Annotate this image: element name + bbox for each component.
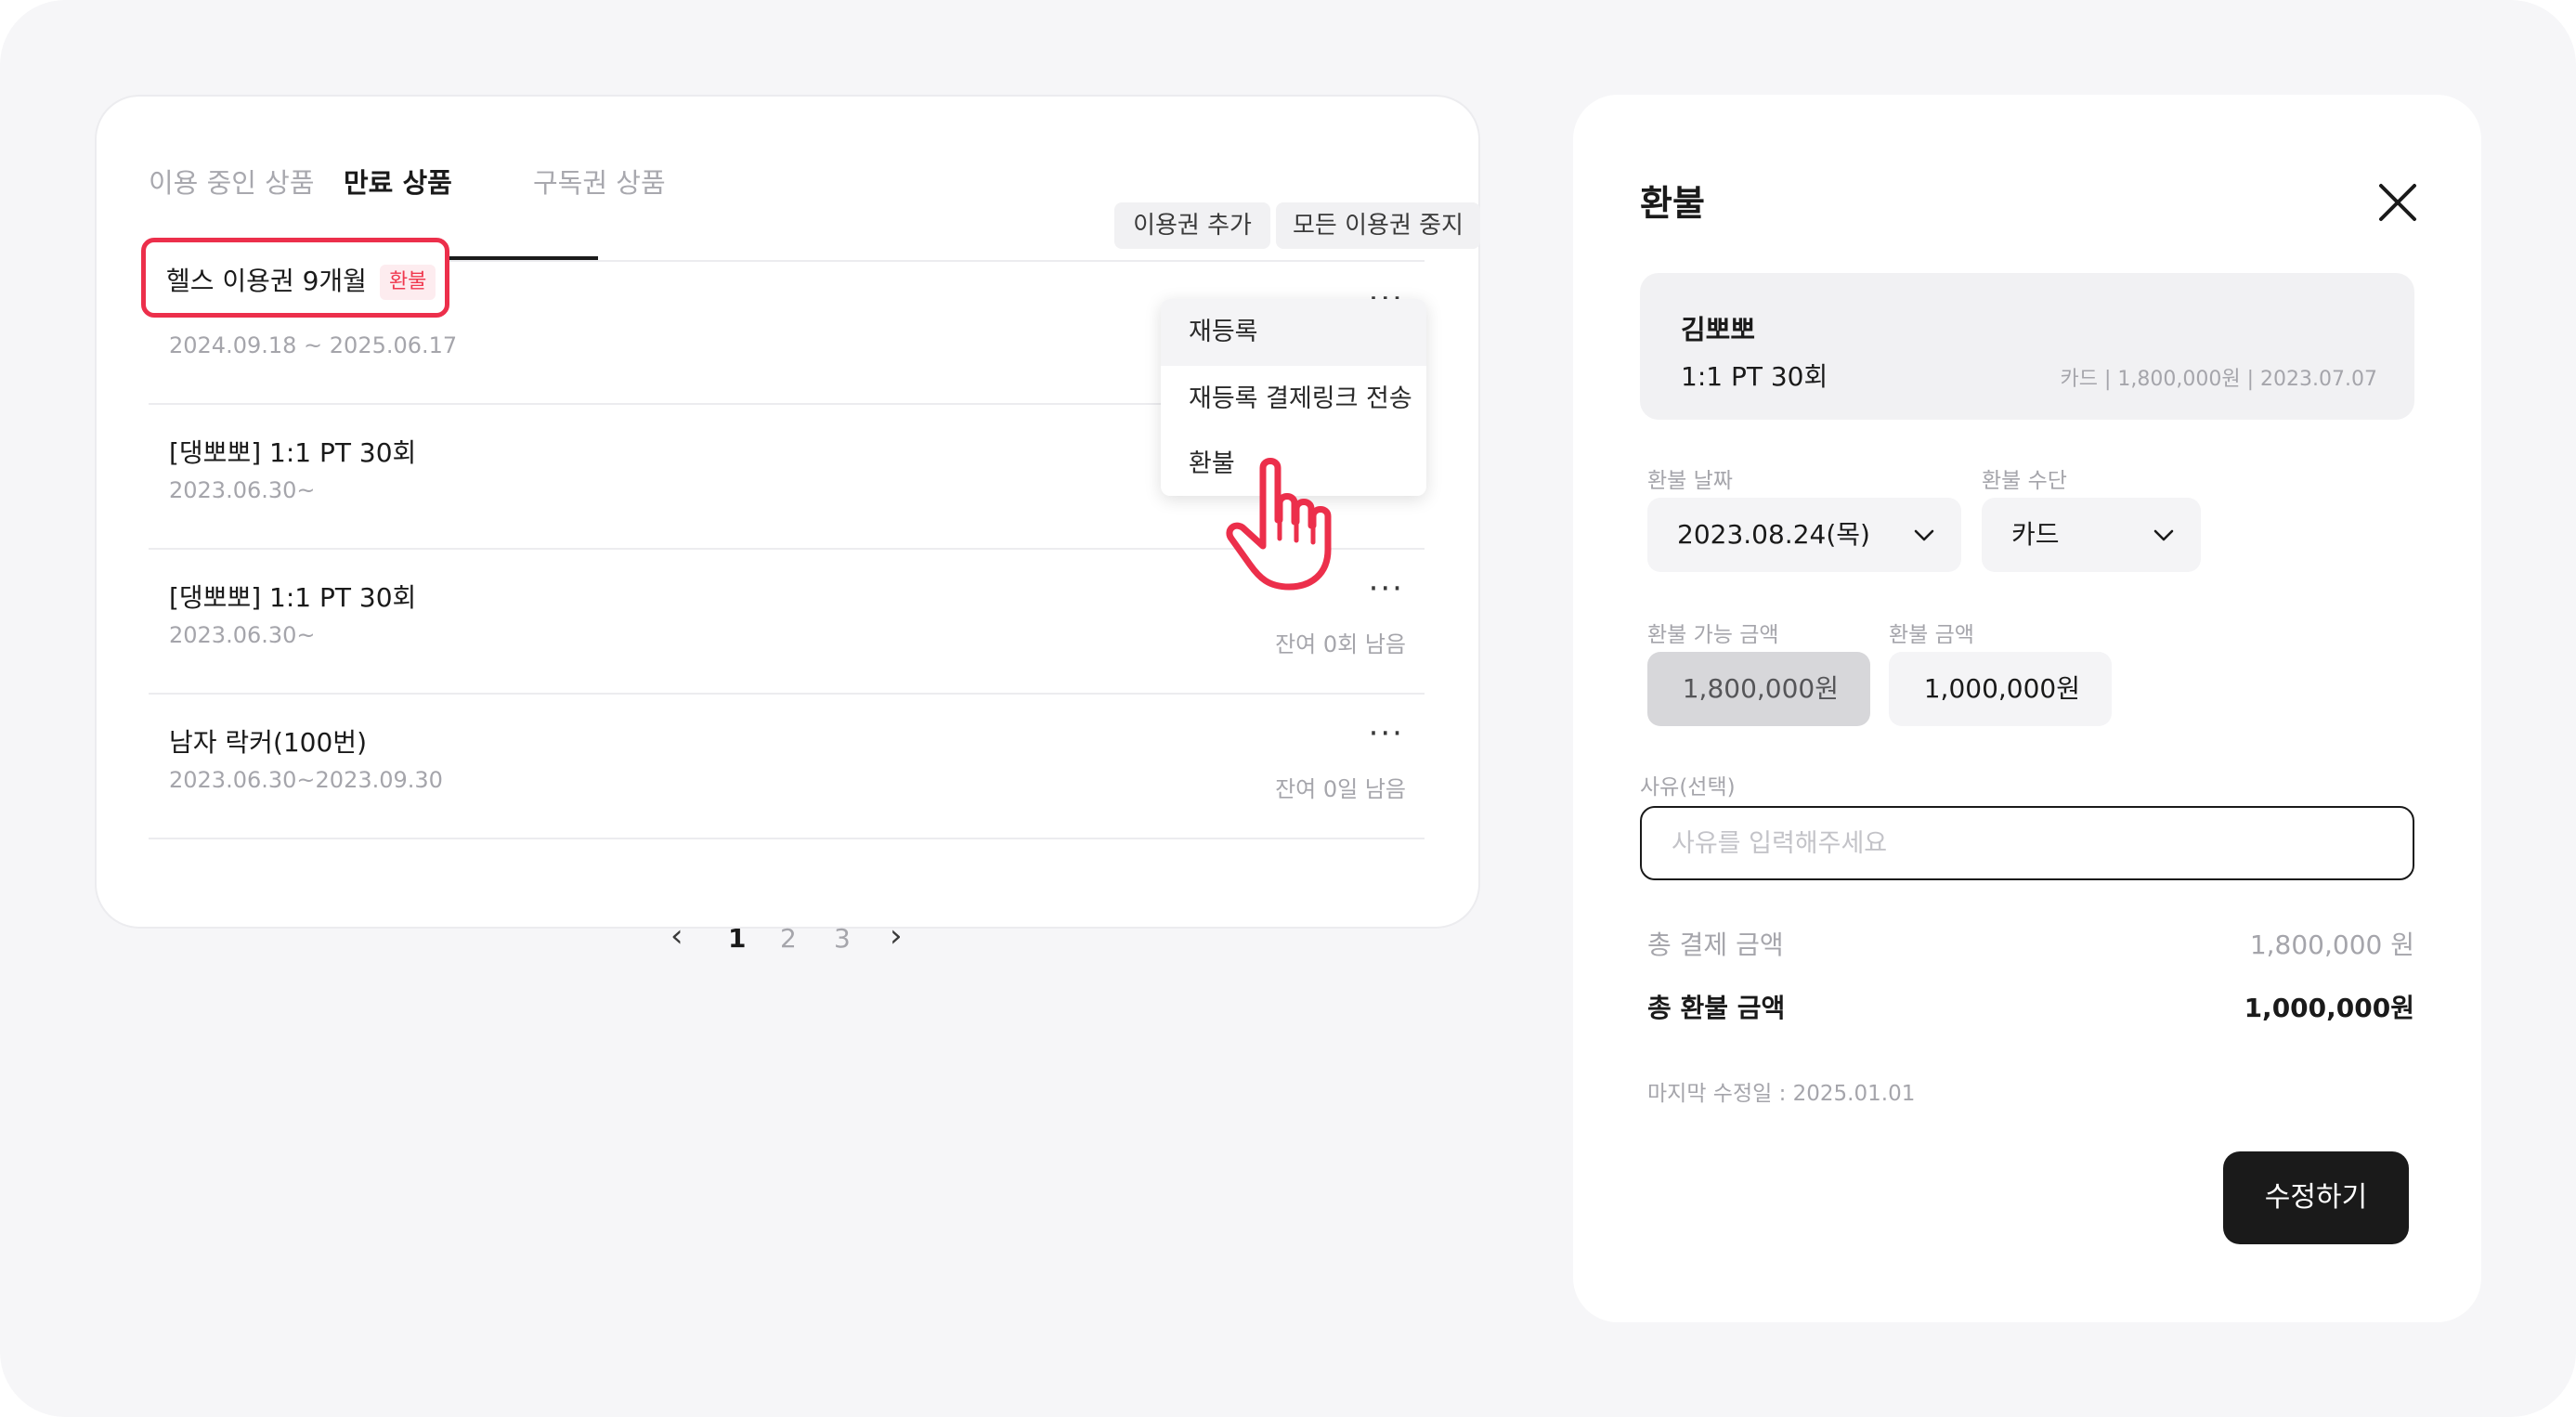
next-page-icon[interactable]: › <box>890 917 903 955</box>
refundable-amount-field: 1,800,000원 <box>1647 652 1870 726</box>
page-2[interactable]: 2 <box>780 923 797 954</box>
product-name: 1:1 PT 30회 <box>1681 361 1828 392</box>
refund-date-select[interactable]: 2023.08.24(목) <box>1647 498 1961 572</box>
close-icon[interactable] <box>2377 182 2418 223</box>
list-item[interactable]: 남자 락커(100번) 2023.06.30~2023.09.30 ··· 잔여… <box>149 695 1425 839</box>
prev-page-icon[interactable]: ‹ <box>670 917 683 955</box>
remaining-days: 잔여 0일 남음 <box>1275 776 1406 802</box>
total-paid-label: 총 결제 금액 <box>1647 930 1784 960</box>
refund-panel: 환불 김뽀뽀 1:1 PT 30회 카드 | 1,800,000원 | 2023… <box>1573 95 2481 1322</box>
refund-date-label: 환불 날짜 <box>1647 469 1733 493</box>
refund-amount-input[interactable]: 1,000,000원 <box>1889 652 2112 726</box>
refund-method-select[interactable]: 카드 <box>1982 498 2201 572</box>
menu-item-send-payment-link[interactable]: 재등록 결제링크 전송 <box>1161 366 1426 433</box>
refund-method-label: 환불 수단 <box>1982 469 2067 493</box>
total-paid-value: 1,800,000 원 <box>2249 930 2414 960</box>
highlighted-product-title[interactable]: 헬스 이용권 9개월 환불 <box>141 238 449 318</box>
total-refund-row: 총 환불 금액 1,000,000원 <box>1647 988 2414 1025</box>
product-title: 헬스 이용권 9개월 <box>166 266 367 296</box>
refund-amount-label: 환불 금액 <box>1889 623 1974 647</box>
product-title: [댕뽀뽀] 1:1 PT 30회 <box>169 582 417 613</box>
member-name: 김뽀뽀 <box>1681 314 1756 345</box>
reason-input[interactable] <box>1640 806 2414 880</box>
product-title: 남자 락커(100번) <box>169 727 367 758</box>
product-date: 2023.06.30~2023.09.30 <box>169 767 443 793</box>
reason-label: 사유(선택) <box>1640 775 1736 800</box>
last-modified-date: 마지막 수정일 : 2025.01.01 <box>1647 1082 1916 1106</box>
product-date: 2023.06.30~ <box>169 622 316 648</box>
save-changes-button[interactable]: 수정하기 <box>2223 1151 2409 1244</box>
refundable-amount-label: 환불 가능 금액 <box>1647 623 1779 647</box>
total-refund-value: 1,000,000원 <box>2244 993 2414 1023</box>
more-options-icon[interactable]: ··· <box>1369 570 1404 607</box>
refund-method-value: 카드 <box>2011 519 2060 550</box>
more-options-icon[interactable]: ··· <box>1369 715 1404 752</box>
tab-subscription-products[interactable]: 구독권 상품 <box>533 149 666 262</box>
stop-all-passes-button[interactable]: 모든 이용권 중지 <box>1276 202 1480 249</box>
refund-date-value: 2023.08.24(목) <box>1677 519 1870 550</box>
menu-item-reregister[interactable]: 재등록 <box>1161 299 1426 366</box>
total-refund-label: 총 환불 금액 <box>1647 993 1786 1023</box>
purchase-summary-card: 김뽀뽀 1:1 PT 30회 카드 | 1,800,000원 | 2023.07… <box>1640 273 2414 420</box>
chevron-down-icon <box>1914 529 1934 541</box>
product-title: [댕뽀뽀] 1:1 PT 30회 <box>169 437 417 468</box>
panel-title: 환불 <box>1640 183 1705 224</box>
total-paid-row: 총 결제 금액 1,800,000 원 <box>1647 925 2414 962</box>
product-date: 2024.09.18 ~ 2025.06.17 <box>169 332 458 358</box>
pagination: ‹ 1 2 3 › <box>97 917 1478 979</box>
refund-status-badge: 환불 <box>379 265 436 300</box>
app-background: 이용 중인 상품 만료 상품 구독권 상품 이용권 추가 모든 이용권 중지 2… <box>0 0 2576 1417</box>
payment-meta: 카드 | 1,800,000원 | 2023.07.07 <box>2060 368 2377 391</box>
add-pass-button[interactable]: 이용권 추가 <box>1114 202 1270 249</box>
remaining-count: 잔여 0회 남음 <box>1275 631 1406 657</box>
page-1[interactable]: 1 <box>728 923 746 954</box>
pointer-hand-icon <box>1226 458 1332 591</box>
product-date: 2023.06.30~ <box>169 477 316 503</box>
page-3[interactable]: 3 <box>834 923 851 954</box>
chevron-down-icon <box>2153 529 2174 541</box>
